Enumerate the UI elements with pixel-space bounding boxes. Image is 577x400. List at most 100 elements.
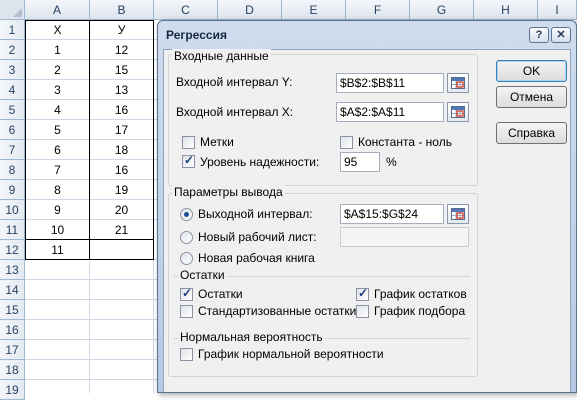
dialog-titlebar[interactable]: Регрессия ? ✕	[158, 21, 576, 49]
output-range-field[interactable]: $A$15:$G$24	[340, 204, 444, 224]
cell-y[interactable]: 16	[90, 100, 153, 120]
close-icon[interactable]: ✕	[551, 27, 571, 43]
column-header-h[interactable]: H	[474, 0, 538, 20]
row-header[interactable]: 13	[0, 260, 25, 280]
new-workbook-label[interactable]: Новая рабочая книга	[198, 251, 315, 265]
input-y-label: Входной интервал Y:	[176, 75, 293, 89]
cell-x[interactable]: 9	[26, 200, 89, 220]
cell-x[interactable]: 2	[26, 60, 89, 80]
select-all-corner[interactable]	[0, 0, 25, 20]
row-header[interactable]: 2	[0, 40, 25, 60]
ok-button[interactable]: OK	[496, 60, 567, 82]
cell-header-x[interactable]: X	[26, 20, 89, 40]
row-header[interactable]: 17	[0, 340, 25, 360]
residuals-checkbox-label[interactable]: Остатки	[198, 287, 243, 301]
row-header[interactable]: 3	[0, 60, 25, 80]
input-y-collapse-button[interactable]	[447, 73, 469, 93]
cell-y[interactable]: 17	[90, 120, 153, 140]
cell-y[interactable]: 15	[90, 60, 153, 80]
normal-probability-group-title: Нормальная вероятность	[178, 330, 325, 344]
line-fit-plot-checkbox[interactable]	[356, 305, 369, 318]
regression-dialog: Регрессия ? ✕ Входные данные Входной инт…	[157, 20, 577, 393]
row-header[interactable]: 8	[0, 160, 25, 180]
cell-x[interactable]: 3	[26, 80, 89, 100]
new-sheet-field[interactable]	[340, 227, 469, 247]
normal-probability-plot-checkbox[interactable]	[180, 348, 193, 361]
range-select-icon	[451, 106, 465, 118]
row-header[interactable]: 4	[0, 80, 25, 100]
confidence-level-label[interactable]: Уровень надежности:	[200, 155, 319, 169]
help-icon[interactable]: ?	[529, 27, 549, 43]
cancel-button[interactable]: Отмена	[496, 86, 567, 108]
row-header[interactable]: 10	[0, 200, 25, 220]
cell-x[interactable]: 11	[26, 240, 89, 260]
line-fit-plot-checkbox-label[interactable]: График подбора	[374, 304, 465, 318]
row-header[interactable]: 16	[0, 320, 25, 340]
cell-x[interactable]: 7	[26, 160, 89, 180]
input-x-collapse-button[interactable]	[447, 102, 469, 122]
output-range-collapse-button[interactable]	[447, 204, 469, 224]
cell-x[interactable]: 10	[26, 220, 89, 240]
column-header-c[interactable]: C	[154, 0, 218, 20]
row-header[interactable]: 5	[0, 100, 25, 120]
row-header[interactable]: 18	[0, 360, 25, 380]
residuals-checkbox[interactable]	[180, 286, 193, 301]
column-header-d[interactable]: D	[218, 0, 282, 20]
row-header[interactable]: 11	[0, 220, 25, 240]
labels-checkbox[interactable]	[182, 136, 195, 149]
column-header-f[interactable]: F	[346, 0, 410, 20]
column-header-e[interactable]: E	[282, 0, 346, 20]
new-workbook-radio[interactable]	[180, 252, 193, 265]
cell-x[interactable]: 6	[26, 140, 89, 160]
cell-y[interactable]: 12	[90, 40, 153, 60]
row-header[interactable]: 6	[0, 120, 25, 140]
row-header[interactable]: 19	[0, 380, 25, 400]
input-group-title: Входные данные	[172, 49, 271, 63]
cell-y[interactable]: 16	[90, 160, 153, 180]
input-y-field[interactable]: $B$2:$B$11	[336, 73, 444, 93]
constant-zero-checkbox-label[interactable]: Константа - ноль	[358, 135, 452, 149]
cell-y[interactable]: 19	[90, 180, 153, 200]
input-x-label: Входной интервал X:	[176, 105, 294, 119]
cell-x[interactable]: 5	[26, 120, 89, 140]
residual-plot-checkbox[interactable]	[356, 286, 369, 301]
confidence-level-field[interactable]: 95	[340, 152, 380, 172]
output-range-radio[interactable]	[180, 208, 193, 221]
range-select-icon	[451, 208, 465, 220]
new-sheet-label[interactable]: Новый рабочий лист:	[198, 230, 317, 244]
row-header[interactable]: 1	[0, 20, 25, 40]
column-header-g[interactable]: G	[410, 0, 474, 20]
row-header[interactable]: 14	[0, 280, 25, 300]
cell-y[interactable]: 18	[90, 140, 153, 160]
help-button[interactable]: Справка	[496, 122, 567, 144]
cell-y[interactable]: 21	[90, 220, 153, 240]
input-x-field[interactable]: $A$2:$A$11	[336, 102, 444, 122]
row-header[interactable]: 12	[0, 240, 25, 260]
residual-plot-checkbox-label[interactable]: График остатков	[374, 287, 467, 301]
row-header[interactable]: 7	[0, 140, 25, 160]
residuals-group-title: Остатки	[178, 268, 227, 282]
cell-x[interactable]: 1	[26, 40, 89, 60]
cell-x[interactable]: 4	[26, 100, 89, 120]
row-header[interactable]: 15	[0, 300, 25, 320]
column-header-a[interactable]: A	[25, 0, 90, 20]
cell-x[interactable]: 8	[26, 180, 89, 200]
output-range-label[interactable]: Выходной интервал:	[198, 207, 313, 221]
normal-probability-plot-checkbox-label[interactable]: График нормальной вероятности	[198, 347, 384, 361]
cell-y[interactable]: 13	[90, 80, 153, 100]
constant-zero-checkbox[interactable]	[340, 136, 353, 149]
labels-checkbox-label[interactable]: Метки	[200, 135, 234, 149]
cell-y[interactable]: 20	[90, 200, 153, 220]
row-header[interactable]: 9	[0, 180, 25, 200]
standardized-residuals-checkbox-label[interactable]: Стандартизованные остатки	[198, 304, 356, 318]
dialog-title: Регрессия	[166, 28, 227, 42]
standardized-residuals-checkbox[interactable]	[180, 305, 193, 318]
percent-sign: %	[386, 155, 397, 169]
output-group-title: Параметры вывода	[172, 185, 285, 199]
column-header-i[interactable]: I	[538, 0, 577, 20]
confidence-level-checkbox[interactable]	[182, 153, 195, 168]
column-header-b[interactable]: B	[90, 0, 154, 20]
range-select-icon	[451, 77, 465, 89]
cell-header-y[interactable]: У	[90, 20, 153, 40]
new-sheet-radio[interactable]	[180, 231, 193, 244]
